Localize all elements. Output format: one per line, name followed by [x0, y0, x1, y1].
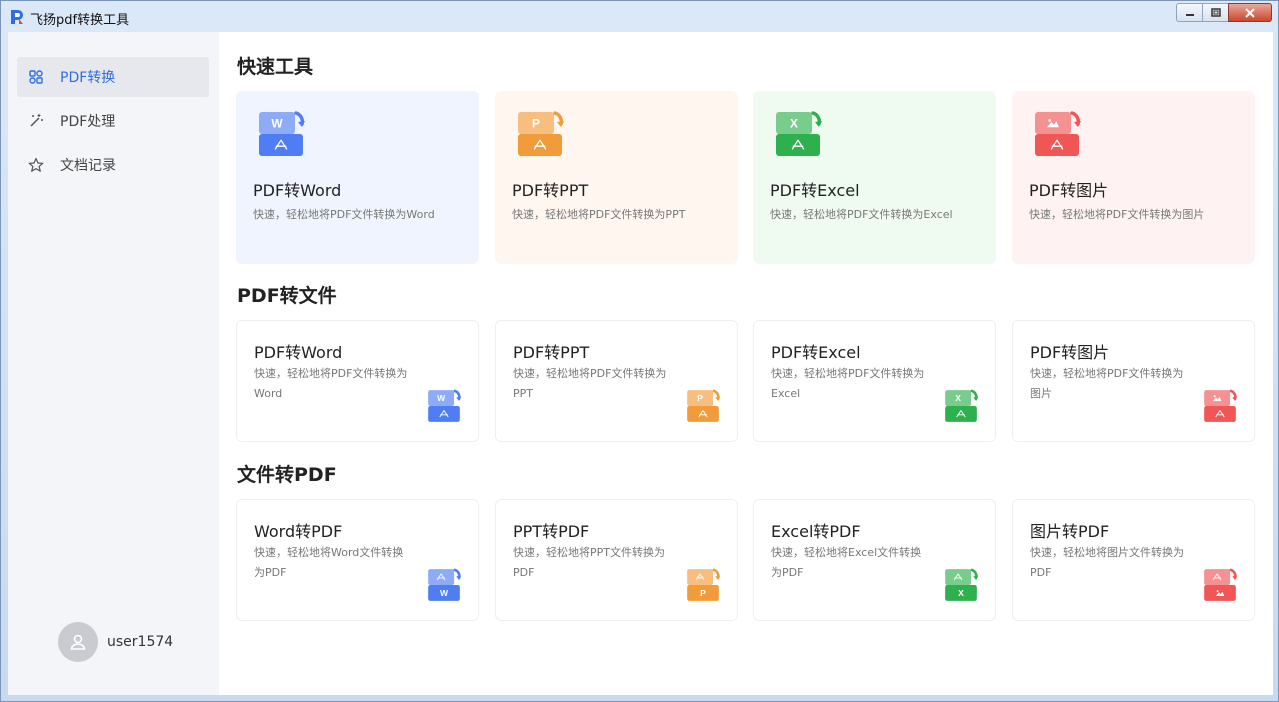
- card-description: 快速，轻松地将PDF文件转换为Word: [254, 367, 408, 400]
- word-to-pdf-icon: W: [428, 568, 462, 601]
- card-title: PDF转Excel: [771, 343, 861, 362]
- grid-convert-icon: [29, 70, 43, 84]
- app-window: 飞扬pdf转换工具 PDF转换 PDF处理 文档记录 user1574 快速工具…: [0, 0, 1279, 702]
- section-title-file-to-pdf: 文件转PDF: [237, 464, 337, 486]
- card-title: PDF转PPT: [513, 343, 590, 362]
- card-title: PDF转图片: [1030, 343, 1110, 362]
- card-description: 快速，轻松地将PDF文件转换为图片: [1030, 367, 1184, 400]
- window-title: 飞扬pdf转换工具: [30, 13, 130, 28]
- svg-text:P: P: [697, 393, 703, 403]
- pdf-to-ppt-icon: P: [518, 111, 564, 156]
- close-icon: [1245, 7, 1255, 18]
- pdf-to-image-icon: [1035, 111, 1081, 156]
- maximize-button[interactable]: [1202, 3, 1228, 22]
- username: user1574: [107, 634, 174, 650]
- svg-text:P: P: [700, 588, 706, 598]
- window-controls: [1176, 3, 1272, 22]
- sidebar-item-label: 文档记录: [60, 158, 116, 174]
- card-image-to-pdf[interactable]: 图片转PDF 快速，轻松地将图片文件转换为PDF: [1012, 499, 1255, 621]
- sidebar-item-pdf-process[interactable]: PDF处理: [17, 101, 209, 141]
- card-excel-to-pdf[interactable]: Excel转PDF 快速，轻松地将Excel文件转换为PDF X: [753, 499, 996, 621]
- card-title: PPT转PDF: [513, 522, 590, 541]
- quick-card-pdf-to-word[interactable]: W PDF转Word 快速，轻松地将PDF文件转换为Word: [236, 91, 479, 264]
- pdf-to-excel-icon: X: [945, 389, 979, 422]
- card-title: Word转PDF: [254, 522, 343, 541]
- svg-text:W: W: [440, 588, 449, 598]
- star-icon: [28, 157, 44, 172]
- card-description: 快速，轻松地将PDF文件转换为Excel: [771, 367, 925, 400]
- maximize-icon: [1210, 7, 1221, 17]
- card-word-to-pdf[interactable]: Word转PDF 快速，轻松地将Word文件转换为PDF W: [236, 499, 479, 621]
- card-title: Excel转PDF: [771, 522, 861, 541]
- sidebar: PDF转换 PDF处理 文档记录 user1574: [8, 32, 219, 695]
- card-ppt-to-pdf[interactable]: PPT转PDF 快速，轻松地将PPT文件转换为PDF P: [495, 499, 738, 621]
- svg-text:W: W: [437, 393, 446, 403]
- sidebar-item-label: PDF处理: [60, 114, 116, 130]
- card-description: 快速，轻松地将PDF文件转换为PPT: [513, 367, 667, 400]
- user-avatar-icon: [58, 622, 98, 662]
- card-title: PDF转Excel: [770, 181, 860, 200]
- image-to-pdf-icon: [1204, 568, 1238, 601]
- card-description: 快速，轻松地将PDF文件转换为Excel: [770, 208, 953, 221]
- app-logo-icon: [11, 10, 23, 24]
- sidebar-item-label: PDF转换: [60, 70, 116, 86]
- pdf-to-word-icon: W: [259, 111, 305, 156]
- section-title-quick-tools: 快速工具: [237, 56, 314, 78]
- card-description: 快速，轻松地将Word文件转换为PDF: [254, 546, 404, 579]
- quick-card-pdf-to-image[interactable]: PDF转图片 快速，轻松地将PDF文件转换为图片: [1012, 91, 1255, 264]
- card-description: 快速，轻松地将PDF文件转换为PPT: [512, 208, 686, 221]
- card-pdf-to-ppt[interactable]: PDF转PPT 快速，轻松地将PDF文件转换为PPT P: [495, 320, 738, 442]
- card-title: PDF转Word: [253, 181, 342, 200]
- quick-card-pdf-to-excel[interactable]: X PDF转Excel 快速，轻松地将PDF文件转换为Excel: [753, 91, 996, 264]
- minimize-button[interactable]: [1176, 3, 1202, 22]
- svg-text:P: P: [532, 116, 540, 130]
- sidebar-item-pdf-convert[interactable]: PDF转换: [17, 57, 209, 97]
- card-pdf-to-image[interactable]: PDF转图片 快速，轻松地将PDF文件转换为图片: [1012, 320, 1255, 442]
- minimize-icon: [1185, 13, 1194, 16]
- ppt-to-pdf-icon: P: [687, 568, 721, 601]
- svg-text:W: W: [271, 116, 283, 130]
- svg-text:X: X: [790, 116, 798, 130]
- card-pdf-to-excel[interactable]: PDF转Excel 快速，轻松地将PDF文件转换为Excel X: [753, 320, 996, 442]
- card-title: 图片转PDF: [1030, 522, 1110, 541]
- quick-card-pdf-to-ppt[interactable]: P PDF转PPT 快速，轻松地将PDF文件转换为PPT: [495, 91, 738, 264]
- pdf-to-ppt-icon: P: [687, 389, 721, 422]
- svg-text:X: X: [958, 588, 964, 598]
- card-description: 快速，轻松地将Excel文件转换为PDF: [771, 546, 922, 579]
- close-button[interactable]: [1228, 3, 1272, 22]
- excel-to-pdf-icon: X: [945, 568, 979, 601]
- title-bar: 飞扬pdf转换工具: [1, 1, 1278, 32]
- card-pdf-to-word[interactable]: PDF转Word 快速，轻松地将PDF文件转换为Word W: [236, 320, 479, 442]
- client-area: PDF转换 PDF处理 文档记录 user1574 快速工具 PDF转文件 文件…: [8, 32, 1273, 695]
- user-profile[interactable]: user1574: [58, 622, 173, 662]
- card-description: 快速，轻松地将PPT文件转换为PDF: [513, 546, 665, 579]
- card-title: PDF转PPT: [512, 181, 589, 200]
- sidebar-item-doc-records[interactable]: 文档记录: [17, 145, 209, 185]
- pdf-to-image-icon: [1204, 389, 1238, 422]
- svg-text:X: X: [955, 393, 961, 403]
- card-description: 快速，轻松地将PDF文件转换为图片: [1029, 208, 1205, 221]
- card-title: PDF转图片: [1029, 181, 1109, 200]
- main-content: 快速工具 PDF转文件 文件转PDF W PDF转Word 快速，轻松地将PDF…: [219, 32, 1273, 695]
- pdf-to-excel-icon: X: [776, 111, 822, 156]
- card-title: PDF转Word: [254, 343, 343, 362]
- section-title-pdf-to-file: PDF转文件: [237, 285, 337, 307]
- magic-wand-icon: [30, 114, 43, 127]
- pdf-to-word-icon: W: [428, 389, 462, 422]
- card-description: 快速，轻松地将图片文件转换为PDF: [1030, 546, 1184, 579]
- card-description: 快速，轻松地将PDF文件转换为Word: [253, 208, 435, 221]
